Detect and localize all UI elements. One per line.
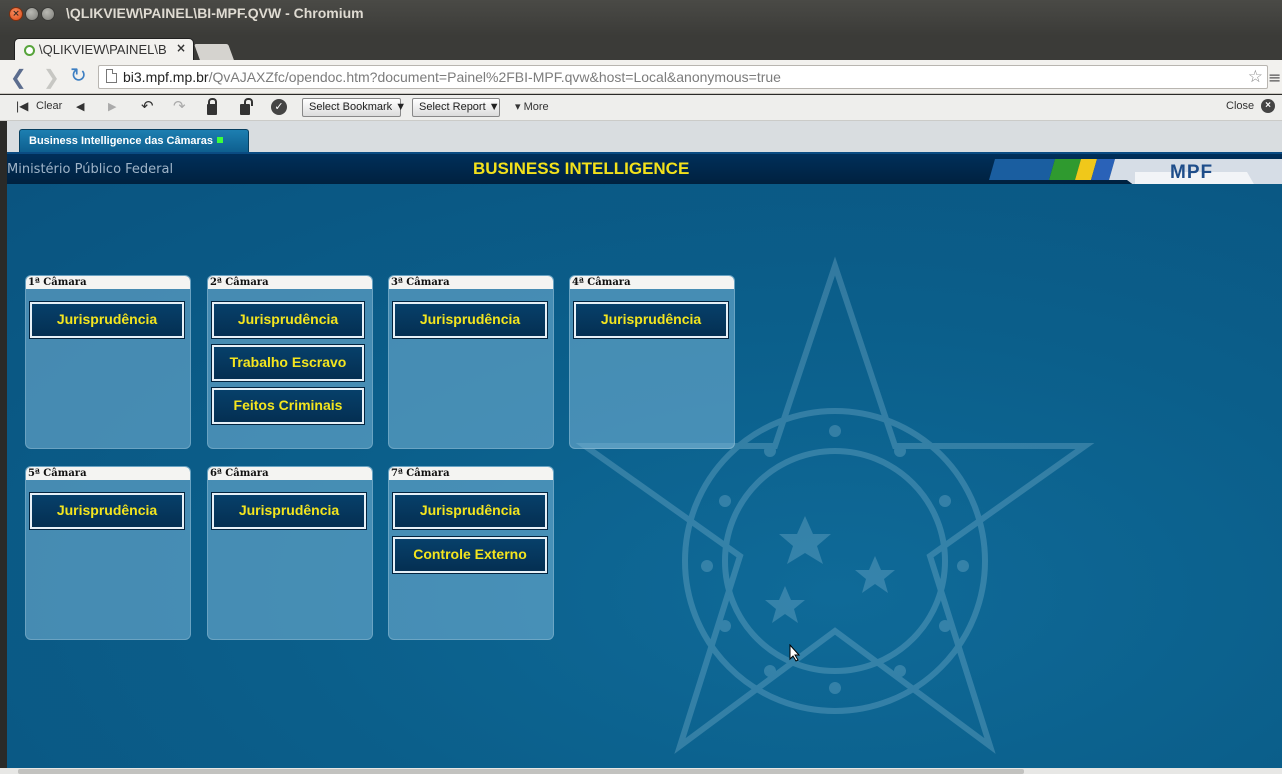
panel-caption: 6ª Câmara — [208, 467, 372, 480]
close-icon[interactable]: × — [1261, 99, 1275, 113]
horizontal-scrollbar[interactable] — [0, 768, 1282, 774]
close-document-button[interactable]: Close — [1226, 100, 1254, 112]
mpf-logo: MPF — [1170, 162, 1214, 183]
back-icon[interactable]: ❮ — [10, 65, 27, 89]
browser-navbar: ❮ ❯ ↻ bi3.mpf.mp.br/QvAJAXZfc/opendoc.ht… — [0, 60, 1282, 94]
trabalho-escravo-button[interactable]: Trabalho Escravo — [212, 345, 364, 381]
sheet-tab-bi-camaras[interactable]: Business Intelligence das Câmaras — [19, 129, 249, 152]
forward-selection-icon[interactable]: ▶ — [108, 100, 116, 113]
panel-caption: 1ª Câmara — [26, 276, 190, 289]
tab-favicon-icon — [24, 45, 35, 56]
app-header: Ministério Público Federal BUSINESS INTE… — [7, 152, 1282, 186]
panel-caption: 4ª Câmara — [570, 276, 734, 289]
sheet-active-indicator — [217, 137, 224, 143]
clear-button[interactable]: Clear — [36, 100, 62, 112]
reload-icon[interactable]: ↻ — [70, 63, 87, 87]
url-text[interactable]: bi3.mpf.mp.br/QvAJAXZfc/opendoc.htm?docu… — [123, 69, 781, 85]
unlock-icon[interactable] — [240, 98, 253, 115]
panel-camara-6: 6ª Câmara Jurisprudência — [207, 466, 373, 640]
address-bar[interactable]: bi3.mpf.mp.br/QvAJAXZfc/opendoc.htm?docu… — [98, 65, 1268, 89]
clear-icon[interactable]: |◀ — [16, 99, 28, 113]
panel-camara-3: 3ª Câmara Jurisprudência — [388, 275, 554, 449]
document-page: Business Intelligence das Câmaras Minist… — [7, 121, 1282, 768]
forward-icon[interactable]: ❯ — [43, 65, 60, 89]
header-flag-stripes — [989, 159, 1282, 186]
jurisprudencia-button[interactable]: Jurisprudência — [393, 302, 547, 338]
panel-camara-1: 1ª Câmara Jurisprudência — [25, 275, 191, 449]
panel-caption: 3ª Câmara — [389, 276, 553, 289]
redo-icon[interactable]: ↷ — [173, 97, 186, 115]
window-title: \QLIKVIEW\PAINEL\BI-MPF.QVW - Chromium — [66, 5, 364, 21]
panel-camara-2: 2ª Câmara Jurisprudência Trabalho Escrav… — [207, 275, 373, 449]
jurisprudencia-button[interactable]: Jurisprudência — [30, 302, 184, 338]
current-selections-icon[interactable]: ✓ — [271, 99, 287, 115]
select-report-dropdown[interactable]: Select Report ▼ — [412, 98, 500, 117]
select-bookmark-dropdown[interactable]: Select Bookmark ▼ — [302, 98, 406, 117]
panel-camara-4: 4ª Câmara Jurisprudência — [569, 275, 735, 449]
qlikview-toolbar: |◀ Clear ◀ ▶ ↶ ↷ ✓ Select Bookmark ▼ Sel… — [0, 95, 1282, 121]
jurisprudencia-button[interactable]: Jurisprudência — [30, 493, 184, 529]
tab-title: \QLIKVIEW\PAINEL\BI — [39, 42, 167, 57]
back-selection-icon[interactable]: ◀ — [76, 100, 84, 113]
window-maximize-button[interactable] — [41, 7, 55, 21]
browser-tab[interactable]: \QLIKVIEW\PAINEL\BI × — [14, 38, 194, 62]
feitos-criminais-button[interactable]: Feitos Criminais — [212, 388, 364, 424]
jurisprudencia-button[interactable]: Jurisprudência — [574, 302, 728, 338]
panel-caption: 7ª Câmara — [389, 467, 553, 480]
page-title: BUSINESS INTELLIGENCE — [473, 159, 690, 178]
main-canvas: 1ª Câmara Jurisprudência 2ª Câmara Juris… — [7, 184, 1282, 768]
panel-caption: 5ª Câmara — [26, 467, 190, 480]
window-titlebar: × \QLIKVIEW\PAINEL\BI-MPF.QVW - Chromium — [0, 0, 1282, 36]
sheet-tab-label: Business Intelligence das Câmaras — [29, 135, 214, 147]
jurisprudencia-button[interactable]: Jurisprudência — [393, 493, 547, 529]
undo-icon[interactable]: ↶ — [141, 97, 154, 115]
browser-menu-icon[interactable]: ≡ — [1268, 68, 1281, 87]
panel-camara-7: 7ª Câmara Jurisprudência Controle Extern… — [388, 466, 554, 640]
panel-camara-5: 5ª Câmara Jurisprudência — [25, 466, 191, 640]
controle-externo-button[interactable]: Controle Externo — [393, 537, 547, 573]
jurisprudencia-button[interactable]: Jurisprudência — [212, 493, 366, 529]
browser-tab-strip: \QLIKVIEW\PAINEL\BI × — [0, 36, 1282, 62]
url-host: bi3.mpf.mp.br — [123, 69, 209, 85]
new-tab-button[interactable] — [194, 44, 234, 60]
organization-name: Ministério Público Federal — [7, 162, 174, 177]
panel-caption: 2ª Câmara — [208, 276, 372, 289]
mouse-cursor-icon — [789, 644, 801, 662]
window-close-button[interactable]: × — [9, 7, 23, 21]
more-menu[interactable]: ▾ More — [515, 100, 549, 113]
bookmark-star-icon[interactable]: ☆ — [1248, 67, 1263, 87]
page-icon — [106, 69, 117, 83]
url-path: /QvAJAXZfc/opendoc.htm?document=Painel%2… — [208, 69, 781, 85]
scrollbar-thumb[interactable] — [18, 769, 1024, 774]
tab-close-button[interactable]: × — [176, 41, 186, 55]
window-minimize-button[interactable] — [25, 7, 39, 21]
jurisprudencia-button[interactable]: Jurisprudência — [212, 302, 364, 338]
lock-icon[interactable] — [207, 98, 217, 115]
